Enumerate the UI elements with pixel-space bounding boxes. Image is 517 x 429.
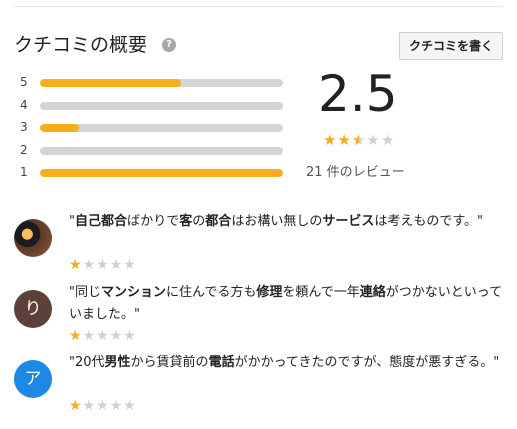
star-icon: ★★ (69, 328, 83, 344)
star-icon: ★ (82, 257, 97, 273)
rating-distribution: 5 4 3 2 1 (20, 73, 286, 186)
rating-bar-row: 2 (20, 141, 286, 164)
star-icon: ★ (109, 328, 124, 344)
rating-bar-fill (40, 79, 181, 87)
star-icon: ★ (82, 328, 97, 344)
top-divider (14, 6, 503, 7)
star-icon: ★★ (69, 398, 83, 414)
rating-bar-row: 4 (20, 96, 286, 119)
review-stars: ★ ★ ★★★★ (69, 399, 137, 413)
review-keyword: 自己都合 (74, 214, 127, 229)
star-icon: ★★ (323, 131, 338, 149)
review-keyword: マンション (100, 285, 166, 300)
star-icon: ★★ (351, 131, 367, 149)
review-keyword: 修理 (256, 285, 283, 300)
star-icon: ★ (96, 398, 110, 414)
section-title: クチコミの概要 (14, 34, 148, 56)
review-text-segment: は考えものです。" (374, 214, 484, 229)
review-keyword: 客 (179, 214, 193, 229)
star-icon: ★ (380, 131, 396, 149)
star-icon: ★ (366, 131, 381, 149)
star-icon: ★ (109, 257, 124, 273)
write-review-button[interactable]: クチコミを書く (398, 32, 503, 60)
review-keyword: サービス (322, 214, 375, 229)
star-icon: ★ (96, 257, 110, 273)
rating-bar-label: 5 (20, 75, 28, 89)
rating-bar-label: 2 (20, 142, 28, 157)
reviewer-avatar[interactable] (14, 219, 52, 257)
review-count-link[interactable]: 21 件のレビュー (306, 161, 405, 180)
review-keyword: 連絡 (359, 285, 386, 300)
star-icon: ★ (123, 328, 137, 344)
average-stars: ★★★★★★★★ (323, 132, 395, 148)
review-summary-header: クチコミの概要 ? クチコミを書く (14, 32, 503, 62)
rating-bar-track (40, 101, 283, 110)
star-icon: ★★ (337, 131, 352, 149)
rating-bar-row: 5 (20, 73, 286, 96)
star-icon: ★★ (69, 257, 83, 273)
star-icon: ★ (96, 328, 110, 344)
question-circle-icon[interactable]: ? (162, 38, 176, 52)
rating-bar-fill (40, 124, 79, 132)
reviewer-avatar[interactable]: ア (14, 360, 52, 398)
review-keyword: 男性 (104, 355, 131, 370)
review-keyword: 都合 (205, 214, 232, 229)
review-text-segment: がかかってきたのですが、態度が悪すぎる。" (234, 355, 500, 370)
star-icon: ★ (123, 398, 137, 414)
review-text-segment: の (192, 214, 206, 229)
review-text-segment: ばかりで (127, 214, 180, 229)
rating-bar-label: 1 (20, 165, 28, 179)
review-text-segment: を頼んで一年 (282, 285, 360, 300)
review-text-segment: に住んでる方も (166, 285, 257, 300)
reviewer-avatar[interactable]: り (14, 290, 52, 328)
review-text-segment: から賃貸前の (130, 355, 209, 370)
star-icon: ★ (123, 257, 137, 273)
review-stars: ★ ★ ★★★★ (69, 258, 137, 272)
rating-bar-track (40, 146, 283, 155)
rating-bar-track (40, 169, 283, 177)
review-stars: ★ ★ ★★★★ (69, 329, 137, 343)
review-text-segment: はお構い無しの (231, 214, 323, 229)
rating-bar-label: 3 (20, 120, 28, 134)
star-icon: ★ (109, 398, 124, 414)
rating-bar-fill (40, 169, 283, 177)
star-icon: ★ (82, 398, 97, 414)
rating-bar-row: 1 (20, 163, 286, 186)
review-text-segment: "同じ (69, 285, 101, 300)
review-text: "20代男性から賃貸前の電話がかかってきたのですが、態度が悪すぎる。" (69, 352, 503, 374)
review-keyword: 電話 (208, 355, 235, 370)
review-text: "自己都合ばかりで客の都合はお構い無しのサービスは考えものです。" (69, 211, 503, 233)
rating-bar-row: 3 (20, 118, 286, 141)
review-text-segment: "20代 (69, 355, 105, 370)
average-rating: 2.5 (318, 65, 398, 123)
rating-bar-label: 4 (20, 97, 28, 112)
rating-bar-track (40, 124, 283, 132)
rating-bar-track (40, 79, 283, 87)
review-text: "同じマンションに住んでる方も修理を頼んで一年連絡がつかないといっていました。" (69, 282, 503, 326)
